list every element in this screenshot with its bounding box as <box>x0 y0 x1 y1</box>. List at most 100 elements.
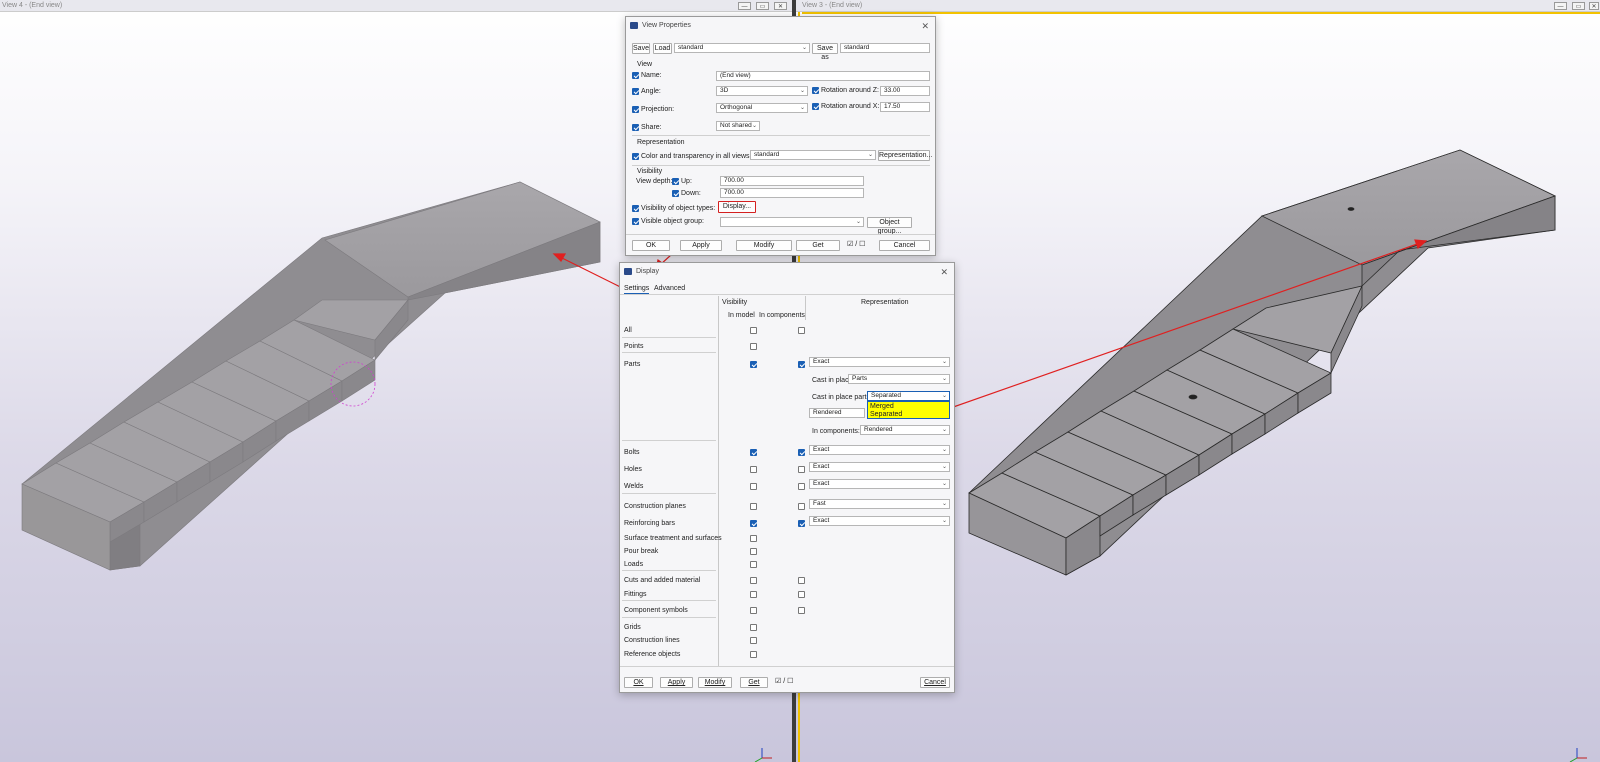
name-checkbox[interactable] <box>632 72 639 79</box>
down-checkbox[interactable] <box>672 190 679 197</box>
save-as-input[interactable]: standard <box>840 43 930 53</box>
angle-label: Angle: <box>641 88 661 95</box>
symbols-in-components-checkbox[interactable] <box>798 607 805 614</box>
points-in-model-checkbox[interactable] <box>750 343 757 350</box>
representation-button[interactable]: Representation... <box>878 150 932 161</box>
save-button[interactable]: Save <box>632 43 650 54</box>
rotation-z-checkbox[interactable] <box>812 87 819 94</box>
object-group-select[interactable]: ⌄ <box>720 217 864 227</box>
up-checkbox[interactable] <box>672 178 679 185</box>
angle-select[interactable]: 3D ⌄ <box>716 86 808 96</box>
option-separated[interactable]: Separated <box>870 411 902 418</box>
parts-in-components-checkbox[interactable] <box>798 361 805 368</box>
save-as-button[interactable]: Save as <box>812 43 838 61</box>
tab-advanced[interactable]: Advanced <box>654 285 685 292</box>
option-merged[interactable]: Merged <box>870 403 894 410</box>
tab-settings[interactable]: Settings <box>624 285 650 294</box>
welds-in-components-checkbox[interactable] <box>798 483 805 490</box>
projection-select[interactable]: Orthogonal ⌄ <box>716 103 808 113</box>
share-select[interactable]: Not shared ⌄ <box>716 121 760 131</box>
apply-button[interactable]: Apply <box>660 677 693 688</box>
reference-in-model-checkbox[interactable] <box>750 651 757 658</box>
visibility-types-checkbox[interactable] <box>632 205 639 212</box>
cip-parts-select[interactable]: Separated ⌄ <box>867 391 950 401</box>
parts-rendered-select[interactable]: Rendered <box>809 408 865 418</box>
grids-in-model-checkbox[interactable] <box>750 624 757 631</box>
object-group-button[interactable]: Object group... <box>867 217 912 235</box>
get-button[interactable]: Get <box>796 240 840 251</box>
holes-in-model-checkbox[interactable] <box>750 466 757 473</box>
projection-checkbox[interactable] <box>632 106 639 113</box>
row-welds: Welds <box>624 483 644 490</box>
close-icon[interactable]: ✕ <box>921 17 929 35</box>
cip-parts-dropdown-list[interactable]: Merged Separated <box>867 401 950 419</box>
planes-representation-select[interactable]: Fast ⌄ <box>809 499 950 509</box>
modify-button[interactable]: Modify <box>698 677 732 688</box>
fittings-in-model-checkbox[interactable] <box>750 591 757 598</box>
down-input[interactable]: 700.00 <box>720 188 864 198</box>
up-input[interactable]: 700.00 <box>720 176 864 186</box>
axis-indicator-right <box>1569 748 1587 762</box>
rebar-representation-select[interactable]: Exact ⌄ <box>809 516 950 526</box>
row-divider <box>622 600 716 601</box>
dialog-titlebar[interactable]: View Properties ✕ <box>626 17 935 35</box>
toggle-all-checkboxes-icon[interactable]: ☑ / ☐ <box>847 240 865 248</box>
display-button[interactable]: Display... <box>718 201 756 213</box>
right-stair-model[interactable] <box>968 149 1557 576</box>
chevron-down-icon: ⌄ <box>941 427 947 433</box>
cast-in-place-select[interactable]: Parts ⌄ <box>848 374 950 384</box>
color-checkbox[interactable] <box>632 153 639 160</box>
close-icon[interactable]: ✕ <box>940 263 948 281</box>
rebar-in-model-checkbox[interactable] <box>750 520 757 527</box>
rotation-z-input[interactable]: 33.00 <box>880 86 930 96</box>
get-button[interactable]: Get <box>740 677 768 688</box>
cuts-in-model-checkbox[interactable] <box>750 577 757 584</box>
cancel-button[interactable]: Cancel <box>879 240 930 251</box>
name-input[interactable]: (End view) <box>716 71 930 81</box>
cuts-in-components-checkbox[interactable] <box>798 577 805 584</box>
color-select[interactable]: standard ⌄ <box>750 150 876 160</box>
loads-in-model-checkbox[interactable] <box>750 561 757 568</box>
cip-parts-label: Cast in place parts <box>812 394 870 401</box>
planes-in-components-checkbox[interactable] <box>798 503 805 510</box>
rotation-x-input[interactable]: 17.50 <box>880 102 930 112</box>
all-in-components-checkbox[interactable] <box>798 327 805 334</box>
row-holes: Holes <box>624 466 642 473</box>
toggle-all-checkboxes-icon[interactable]: ☑ / ☐ <box>775 677 793 685</box>
rotation-x-checkbox[interactable] <box>812 103 819 110</box>
holes-representation-select[interactable]: Exact ⌄ <box>809 462 950 472</box>
modify-button[interactable]: Modify <box>736 240 792 251</box>
rebar-in-components-checkbox[interactable] <box>798 520 805 527</box>
lines-in-model-checkbox[interactable] <box>750 637 757 644</box>
fittings-in-components-checkbox[interactable] <box>798 591 805 598</box>
app-icon <box>624 268 632 275</box>
angle-checkbox[interactable] <box>632 88 639 95</box>
cast-in-place-label: Cast in place <box>812 377 853 384</box>
welds-representation-select[interactable]: Exact ⌄ <box>809 479 950 489</box>
planes-in-model-checkbox[interactable] <box>750 503 757 510</box>
load-button[interactable]: Load <box>653 43 672 54</box>
chevron-down-icon: ⌄ <box>799 88 805 94</box>
holes-in-components-checkbox[interactable] <box>798 466 805 473</box>
bolts-in-model-checkbox[interactable] <box>750 449 757 456</box>
all-in-model-checkbox[interactable] <box>750 327 757 334</box>
in-components-select[interactable]: Rendered ⌄ <box>860 425 950 435</box>
bolts-representation-select[interactable]: Exact ⌄ <box>809 445 950 455</box>
ok-button[interactable]: OK <box>632 240 670 251</box>
welds-in-model-checkbox[interactable] <box>750 483 757 490</box>
bolts-in-components-checkbox[interactable] <box>798 449 805 456</box>
dialog-titlebar[interactable]: Display ✕ <box>620 263 954 281</box>
rotation-z-label: Rotation around Z: <box>821 87 879 94</box>
share-checkbox[interactable] <box>632 124 639 131</box>
parts-in-model-checkbox[interactable] <box>750 361 757 368</box>
pour-break-in-model-checkbox[interactable] <box>750 548 757 555</box>
symbols-in-model-checkbox[interactable] <box>750 607 757 614</box>
cancel-button[interactable]: Cancel <box>920 677 950 688</box>
parts-representation-select[interactable]: Exact ⌄ <box>809 357 950 367</box>
ok-button[interactable]: OK <box>624 677 653 688</box>
apply-button[interactable]: Apply <box>680 240 722 251</box>
left-stair-model[interactable] <box>21 181 601 571</box>
visible-group-checkbox[interactable] <box>632 218 639 225</box>
preset-select[interactable]: standard ⌄ <box>674 43 810 53</box>
surface-in-model-checkbox[interactable] <box>750 535 757 542</box>
